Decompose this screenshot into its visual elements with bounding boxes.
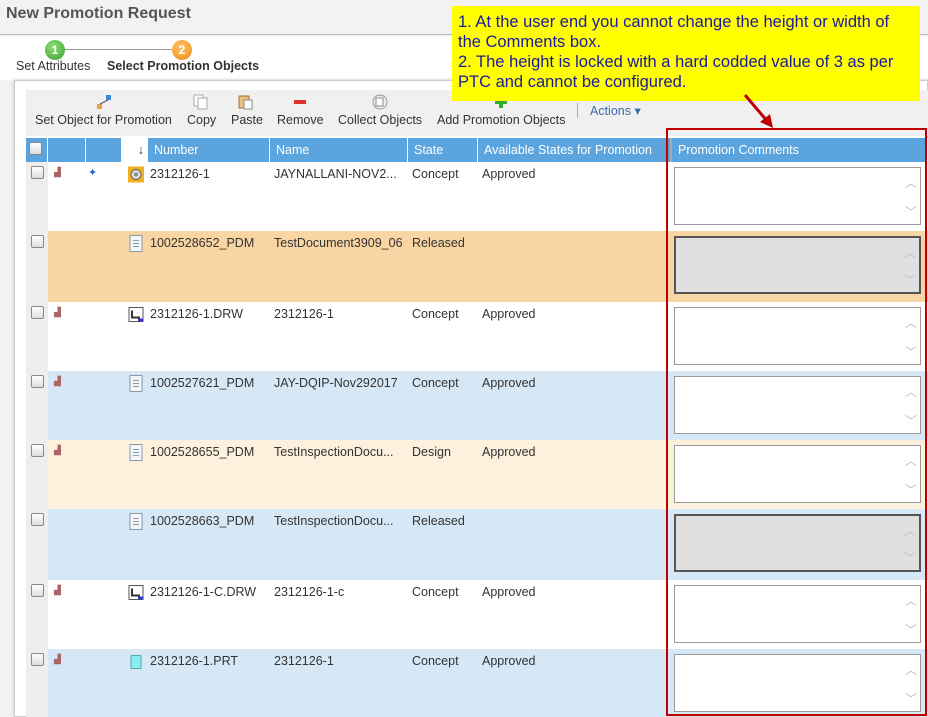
cell-state: Design — [412, 445, 451, 459]
part-gear-icon — [128, 166, 144, 183]
row-checkbox[interactable] — [31, 375, 44, 388]
table-row[interactable]: ▟ 2312126-1-C.DRW 2312126-1-c Concept Ap… — [26, 580, 666, 649]
cell-state: Concept — [412, 307, 459, 321]
header-spacer — [86, 138, 122, 162]
cell-state: Released — [412, 514, 465, 528]
table-row[interactable]: ▟ 1002527621_PDM JAY-DQIP-Nov292017 Conc… — [26, 371, 666, 440]
step-1-icon[interactable]: 1 — [45, 40, 65, 60]
step-1-label[interactable]: Set Attributes — [16, 59, 90, 73]
structure-icon[interactable]: ▟ — [54, 654, 61, 665]
document-icon — [129, 444, 143, 461]
drawing-icon — [128, 585, 144, 600]
step-connector — [65, 49, 172, 50]
row-checkbox[interactable] — [31, 444, 44, 457]
drawing-icon — [128, 307, 144, 322]
cell-name: 2312126-1-c — [274, 585, 345, 599]
cell-number[interactable]: 2312126-1-C.DRW — [150, 585, 256, 599]
cell-available-state: Approved — [482, 167, 536, 181]
note-line-2: 2. The height is locked with a hard codd… — [458, 53, 894, 91]
cell-state: Concept — [412, 376, 459, 390]
part-icon — [130, 655, 142, 669]
cell-number[interactable]: 2312126-1.DRW — [150, 307, 243, 321]
collect-objects-button[interactable]: Collect Objects — [338, 113, 422, 127]
cell-available-state: Approved — [482, 445, 536, 459]
cell-name: TestInspectionDocu... — [274, 445, 394, 459]
row-checkbox[interactable] — [31, 235, 44, 248]
remove-button[interactable]: Remove — [277, 113, 324, 127]
paste-button[interactable]: Paste — [231, 113, 263, 127]
sort-icon[interactable]: ↓ — [122, 138, 148, 162]
cell-available-state: Approved — [482, 376, 536, 390]
step-2-label[interactable]: Select Promotion Objects — [107, 59, 259, 73]
select-all-checkbox[interactable] — [29, 142, 42, 155]
cell-number[interactable]: 1002528663_PDM — [150, 514, 254, 528]
cell-available-state: Approved — [482, 654, 536, 668]
cell-state: Concept — [412, 654, 459, 668]
column-number[interactable]: Number — [148, 138, 270, 162]
cell-name: TestDocument3909_06 — [274, 236, 403, 250]
cell-state: Concept — [412, 167, 459, 181]
set-object-for-promotion-button[interactable]: Set Object for Promotion — [35, 113, 172, 127]
document-icon — [129, 513, 143, 530]
cell-name: TestInspectionDocu... — [274, 514, 394, 528]
header-spacer — [48, 138, 86, 162]
structure-icon[interactable]: ▟ — [54, 585, 61, 596]
cell-number[interactable]: 2312126-1 — [150, 167, 210, 181]
table-row[interactable]: ▟ ✦ 2312126-1 JAYNALLANI-NOV2... Concept… — [26, 162, 666, 231]
column-name[interactable]: Name — [270, 138, 408, 162]
cell-number[interactable]: 1002527621_PDM — [150, 376, 254, 390]
collect-objects-icon — [372, 94, 388, 110]
structure-icon[interactable]: ▟ — [54, 445, 61, 456]
toolbar-separator — [577, 103, 578, 118]
set-object-icon — [97, 95, 111, 109]
table-row[interactable]: 1002528663_PDM TestInspectionDocu... Rel… — [26, 509, 666, 580]
copy-icon — [193, 94, 208, 110]
annotation-note: 1. At the user end you cannot change the… — [452, 6, 920, 101]
document-icon — [129, 375, 143, 392]
row-checkbox[interactable] — [31, 584, 44, 597]
copy-button[interactable]: Copy — [187, 113, 216, 127]
document-icon — [129, 235, 143, 252]
cell-name: JAY-DQIP-Nov292017 — [274, 376, 398, 390]
step-2-icon[interactable]: 2 — [172, 40, 192, 60]
new-item-icon: ✦ — [88, 167, 98, 179]
cell-number[interactable]: 1002528655_PDM — [150, 445, 254, 459]
cell-state: Released — [412, 236, 465, 250]
remove-icon — [294, 100, 306, 104]
column-state[interactable]: State — [408, 138, 478, 162]
add-promotion-objects-button[interactable]: Add Promotion Objects — [437, 113, 566, 127]
table-row[interactable]: 1002528652_PDM TestDocument3909_06 Relea… — [26, 231, 666, 302]
note-line-1: 1. At the user end you cannot change the… — [458, 13, 890, 51]
row-checkbox[interactable] — [31, 166, 44, 179]
page-title: New Promotion Request — [6, 5, 191, 22]
structure-icon[interactable]: ▟ — [54, 167, 61, 178]
annotation-arrow — [743, 94, 773, 128]
cell-number[interactable]: 1002528652_PDM — [150, 236, 254, 250]
cell-state: Concept — [412, 585, 459, 599]
cell-name: JAYNALLANI-NOV2... — [274, 167, 397, 181]
cell-available-state: Approved — [482, 585, 536, 599]
table-row[interactable]: ▟ 1002528655_PDM TestInspectionDocu... D… — [26, 440, 666, 509]
structure-icon[interactable]: ▟ — [54, 376, 61, 387]
structure-icon[interactable]: ▟ — [54, 307, 61, 318]
row-checkbox[interactable] — [31, 306, 44, 319]
row-checkbox[interactable] — [31, 653, 44, 666]
cell-name: 2312126-1 — [274, 654, 334, 668]
highlight-box — [666, 128, 927, 716]
cell-number[interactable]: 2312126-1.PRT — [150, 654, 238, 668]
select-all-header — [26, 138, 48, 162]
table-row[interactable]: ▟ 2312126-1.PRT 2312126-1 Concept Approv… — [26, 649, 666, 717]
cell-name: 2312126-1 — [274, 307, 334, 321]
actions-menu[interactable]: Actions ▾ — [590, 103, 641, 118]
cell-available-state: Approved — [482, 307, 536, 321]
column-available-states[interactable]: Available States for Promotion — [478, 138, 667, 162]
table-row[interactable]: ▟ 2312126-1.DRW 2312126-1 Concept Approv… — [26, 302, 666, 371]
paste-icon — [238, 95, 253, 110]
row-checkbox[interactable] — [31, 513, 44, 526]
